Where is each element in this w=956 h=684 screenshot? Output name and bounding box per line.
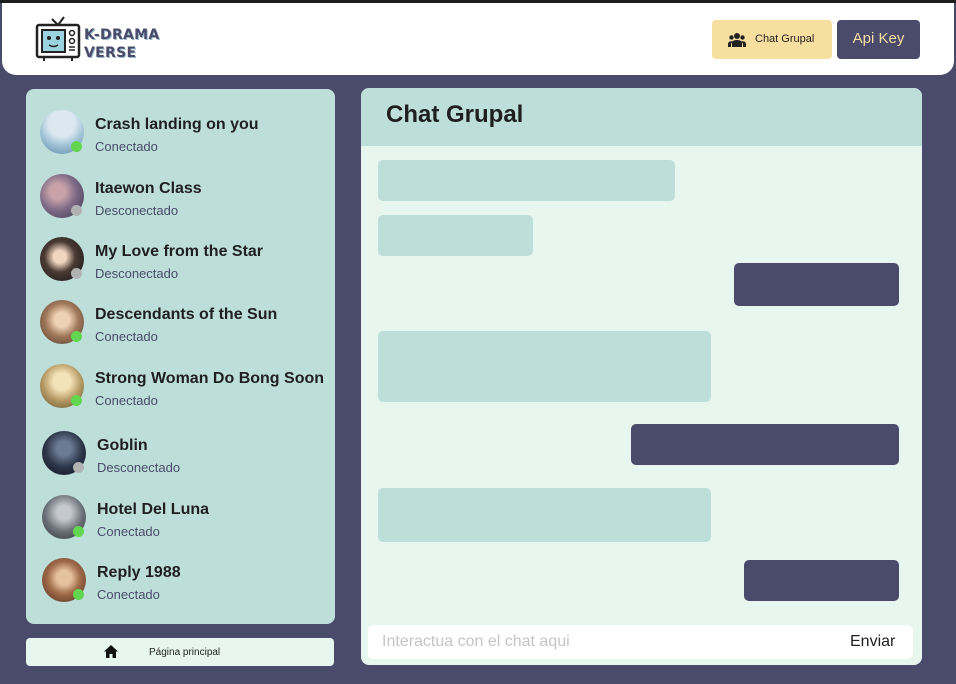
contact-status: Conectado [97, 524, 160, 539]
chat-title: Chat Grupal [386, 101, 524, 128]
message-bubble-incoming [378, 488, 711, 542]
contact-name: Itaewon Class [95, 180, 202, 197]
chat-grupal-button[interactable]: Chat Grupal [712, 20, 832, 59]
api-key-button[interactable]: Api Key [837, 20, 920, 59]
status-dot [73, 462, 84, 473]
contact-status: Conectado [97, 587, 160, 602]
status-dot [71, 268, 82, 279]
contact-name: Hotel Del Luna [97, 501, 210, 518]
home-label: Página principal [149, 647, 221, 658]
message-input[interactable] [368, 625, 842, 659]
status-dot [73, 526, 84, 537]
logo-line-1: K-DRAMA [84, 27, 160, 43]
app-header: K-DRAMA VERSE Chat Grupal Api Key [2, 3, 954, 75]
status-dot [73, 589, 84, 600]
status-dot [71, 141, 82, 152]
contact-item[interactable]: Descendants of the Sun Conectado [26, 299, 335, 355]
message-bubble-outgoing [734, 263, 899, 306]
contact-item[interactable]: Reply 1988 Conectado [26, 557, 335, 613]
status-dot [71, 205, 82, 216]
contact-status: Conectado [95, 139, 158, 154]
contact-item[interactable]: Strong Woman Do Bong Soon Conectado [26, 363, 335, 419]
contact-status: Conectado [95, 329, 158, 344]
contact-name: My Love from the Star [95, 243, 264, 260]
contact-status: Desconectado [97, 460, 181, 475]
message-bubble-incoming [378, 215, 533, 256]
contact-name: Descendants of the Sun [95, 306, 278, 323]
contact-status: Desconectado [95, 203, 179, 218]
message-bubble-incoming [378, 160, 675, 201]
contact-name: Reply 1988 [97, 564, 181, 581]
chat-panel: Chat Grupal Enviar [361, 88, 922, 665]
message-bubble-incoming [378, 331, 711, 402]
message-input-bar: Enviar [368, 625, 913, 659]
contact-status: Conectado [95, 393, 158, 408]
chat-header: Chat Grupal [361, 88, 922, 146]
contact-item[interactable]: Crash landing on you Conectado [26, 109, 335, 165]
contacts-sidebar: Crash landing on you Conectado Itaewon C… [26, 89, 335, 624]
contact-item[interactable]: Itaewon Class Desconectado [26, 173, 335, 229]
home-icon [104, 645, 118, 658]
contact-status: Desconectado [95, 266, 179, 281]
contact-item[interactable]: My Love from the Star Desconectado [26, 236, 335, 292]
message-bubble-outgoing [631, 424, 899, 465]
status-dot [71, 331, 82, 342]
send-button[interactable]: Enviar [850, 633, 895, 651]
status-dot [71, 395, 82, 406]
contact-name: Strong Woman Do Bong Soon [95, 370, 325, 387]
home-button[interactable]: Página principal [26, 638, 334, 666]
chat-grupal-label: Chat Grupal [755, 33, 815, 45]
logo-text: K-DRAMA VERSE [84, 26, 160, 62]
users-icon [728, 33, 746, 47]
contact-item[interactable]: Goblin Desconectado [26, 430, 335, 486]
logo-line-2: VERSE [84, 45, 137, 61]
tv-logo-icon [35, 16, 81, 61]
contact-item[interactable]: Hotel Del Luna Conectado [26, 494, 335, 550]
contact-name: Goblin [97, 437, 148, 454]
app-logo[interactable]: K-DRAMA VERSE [34, 15, 164, 63]
message-bubble-outgoing [744, 560, 899, 601]
contact-name: Crash landing on you [95, 116, 259, 133]
